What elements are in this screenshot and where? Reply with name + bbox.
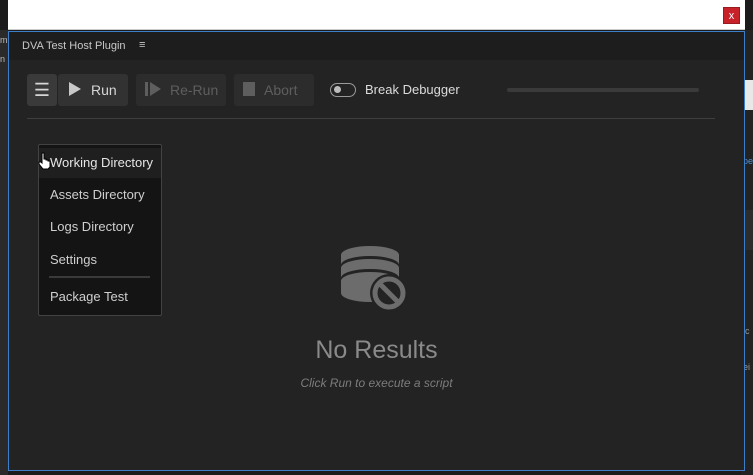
host-window-titlebar: x bbox=[8, 0, 745, 30]
plugin-dialog: DVA Test Host Plugin ≡ ☰ Run Re-Run Abor… bbox=[8, 31, 745, 471]
menu-item-assets-directory[interactable]: Assets Directory bbox=[39, 180, 161, 210]
abort-label: Abort bbox=[264, 82, 298, 98]
run-label: Run bbox=[91, 82, 117, 98]
menu-item-settings[interactable]: Settings bbox=[39, 245, 161, 275]
hamburger-dropdown-menu: Working Directory Assets Directory Logs … bbox=[38, 144, 162, 316]
plugin-panel: ☰ Run Re-Run Abort Break Debugger No Res… bbox=[9, 60, 744, 470]
abort-button[interactable]: Abort bbox=[234, 74, 314, 106]
hand-cursor-icon bbox=[38, 152, 52, 170]
menu-item-logs-directory[interactable]: Logs Directory bbox=[39, 212, 161, 242]
rerun-button[interactable]: Re-Run bbox=[136, 74, 226, 106]
dialog-titlebar: DVA Test Host Plugin ≡ bbox=[9, 32, 744, 60]
menu-item-package-test[interactable]: Package Test bbox=[39, 282, 161, 312]
progress-bar bbox=[507, 88, 699, 92]
empty-state-subtitle: Click Run to execute a script bbox=[300, 376, 453, 390]
break-debugger-label: Break Debugger bbox=[365, 82, 460, 97]
database-blocked-icon bbox=[339, 243, 409, 313]
break-debugger-toggle[interactable] bbox=[330, 83, 356, 97]
panel-menu-icon[interactable]: ≡ bbox=[139, 39, 145, 51]
play-icon bbox=[68, 81, 82, 99]
menu-item-working-directory[interactable]: Working Directory bbox=[39, 148, 161, 178]
close-button[interactable]: x bbox=[723, 7, 740, 24]
menu-separator bbox=[49, 276, 150, 278]
background-window-left: m n bbox=[0, 30, 8, 475]
run-button[interactable]: Run bbox=[58, 74, 128, 106]
empty-state-title: No Results bbox=[315, 336, 438, 364]
stop-icon bbox=[243, 81, 255, 99]
background-text: m bbox=[0, 35, 8, 45]
hamburger-icon: ☰ bbox=[33, 79, 51, 100]
toolbar-divider bbox=[27, 118, 715, 119]
rerun-label: Re-Run bbox=[170, 82, 219, 98]
hamburger-menu-button[interactable]: ☰ bbox=[27, 74, 57, 106]
background-text: n bbox=[0, 54, 6, 64]
rerun-icon bbox=[145, 81, 161, 99]
dialog-title: DVA Test Host Plugin bbox=[22, 40, 126, 52]
toggle-knob bbox=[334, 86, 341, 93]
